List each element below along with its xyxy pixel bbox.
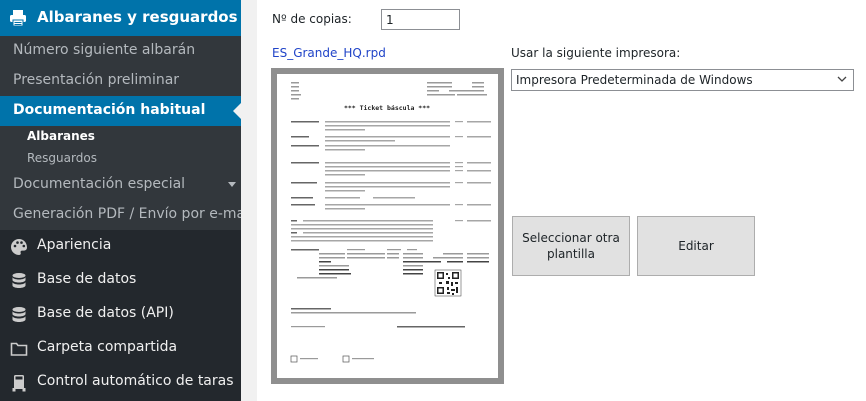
sidebar-subitem-albaranes[interactable]: Albaranes	[0, 126, 241, 148]
sidebar-header-label: Albaranes y resguardos	[37, 8, 238, 26]
sidebar: Albaranes y resguardos Número siguiente …	[0, 0, 241, 401]
sidebar-item-apariencia[interactable]: Apariencia	[0, 230, 241, 264]
edit-button[interactable]: Editar	[637, 216, 755, 276]
printer-select-value: Impresora Predeterminada de Windows	[516, 73, 753, 87]
sidebar-item-documentacion-habitual[interactable]: Documentación habitual	[0, 96, 241, 126]
sidebar-item-label: Número siguiente albarán	[13, 42, 196, 58]
sidebar-item-label: Apariencia	[37, 237, 112, 253]
sidebar-item-label: Generación PDF / Envío por e-mail	[13, 206, 241, 222]
sidebar-item-control-taras[interactable]: Control automático de taras	[0, 366, 241, 400]
printer-select[interactable]: Impresora Predeterminada de Windows	[511, 69, 854, 91]
sidebar-submenu: Número siguiente albarán Presentación pr…	[0, 36, 241, 230]
sidebar-item-documentacion-especial[interactable]: Documentación especial	[0, 170, 241, 200]
sidebar-subitem-label: Albaranes	[27, 129, 95, 143]
ticket-footer-lines	[290, 308, 465, 363]
sidebar-item-label: Documentación especial	[13, 176, 186, 192]
folder-icon	[10, 342, 28, 356]
sidebar-item-label: Base de datos (API)	[37, 305, 174, 321]
chevron-down-icon	[228, 182, 236, 187]
template-filename: ES_Grande_HQ.rpd	[272, 46, 386, 60]
sidebar-item-base-de-datos-api[interactable]: Base de datos (API)	[0, 298, 241, 332]
ticket-preview: *** Ticket báscula ***	[290, 82, 491, 363]
printer-label: Usar la siguiente impresora:	[511, 46, 681, 60]
sidebar-subitem-resguardos[interactable]: Resguardos	[0, 148, 241, 170]
ticket-header-lines	[291, 82, 487, 100]
chevron-down-icon	[837, 76, 847, 82]
sidebar-item-label: Carpeta compartida	[37, 339, 178, 355]
database-icon	[12, 273, 26, 288]
sidebar-item-label: Base de datos	[37, 271, 137, 287]
truck-icon	[12, 375, 26, 392]
sidebar-subitem-label: Resguardos	[27, 151, 97, 165]
copies-label: Nº de copias:	[272, 12, 352, 26]
copies-input[interactable]	[381, 9, 460, 30]
main-panel: Nº de copias: ES_Grande_HQ.rpd Usar la s…	[257, 0, 866, 401]
ticket-title: *** Ticket báscula ***	[344, 104, 430, 112]
template-preview-frame: *** Ticket báscula ***	[271, 68, 504, 384]
sidebar-item-generacion-pdf[interactable]: Generación PDF / Envío por e-mail	[0, 200, 241, 230]
sidebar-item-label: Documentación habitual	[13, 102, 206, 118]
palette-icon	[11, 239, 27, 255]
sidebar-item-label: Control automático de taras	[37, 373, 234, 389]
sidebar-item-base-de-datos[interactable]: Base de datos	[0, 264, 241, 298]
sidebar-header-albaranes[interactable]: Albaranes y resguardos	[0, 0, 241, 36]
template-preview-page: *** Ticket báscula ***	[277, 74, 498, 378]
printer-icon	[10, 10, 26, 27]
sidebar-gutter	[241, 0, 257, 401]
sidebar-item-carpeta-compartida[interactable]: Carpeta compartida	[0, 332, 241, 366]
sidebar-item-label: Presentación preliminar	[13, 72, 180, 88]
sidebar-item-presentacion[interactable]: Presentación preliminar	[0, 66, 241, 96]
ticket-body-lines	[291, 121, 491, 242]
select-template-button[interactable]: Seleccionar otra plantilla	[512, 216, 630, 276]
database-icon	[12, 307, 26, 322]
sidebar-item-numero-siguiente[interactable]: Número siguiente albarán	[0, 36, 241, 66]
app-window: Albaranes y resguardos Número siguiente …	[0, 0, 866, 401]
qr-code-icon	[434, 269, 462, 297]
